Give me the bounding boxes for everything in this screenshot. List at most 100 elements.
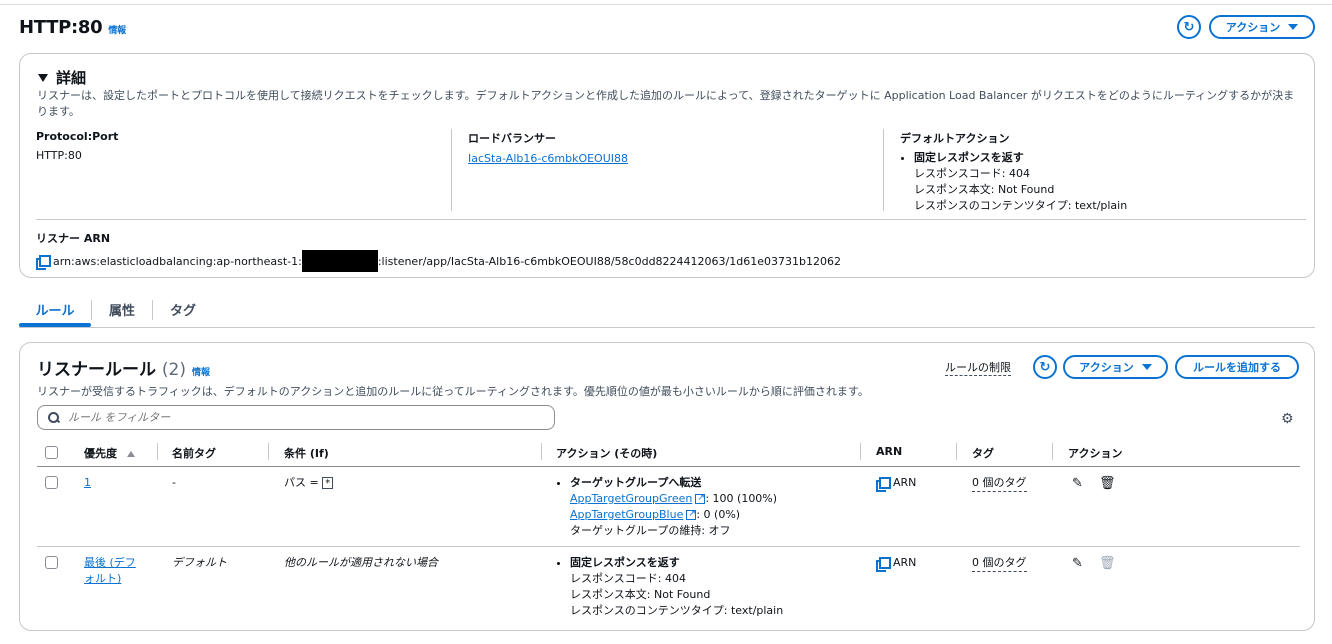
info-link[interactable]: 情報	[108, 26, 126, 36]
arn-prefix: arn:aws:elasticloadbalancing:ap-northeas…	[53, 254, 302, 268]
column-arn[interactable]: ARN	[876, 445, 902, 458]
column-divider	[157, 443, 158, 460]
edit-icon[interactable]: ✎	[1072, 556, 1083, 571]
details-description: リスナーは、設定したポートとプロトコルを使用して接続リクエストをチェックします。…	[37, 89, 1295, 118]
rules-refresh-button[interactable]: ↻	[1033, 355, 1057, 379]
default-action-title: 固定レスポンスを返す	[914, 151, 1024, 164]
arn-suffix: :listener/app/IacSta-Alb16-c6mbkOEOUI88/…	[377, 254, 841, 268]
refresh-icon: ↻	[1183, 19, 1195, 35]
copy-icon	[876, 556, 891, 572]
details-divider	[36, 219, 1306, 220]
tags-popover[interactable]: 0 個のタグ	[972, 555, 1027, 572]
protocol-value: HTTP:80	[36, 149, 82, 162]
external-link-icon	[695, 490, 706, 506]
target-group-blue: AppTargetGroupBlue : 0 (0%)	[570, 506, 777, 523]
active-tab-indicator	[19, 323, 91, 327]
details-heading: 詳細	[56, 69, 87, 87]
rules-description: リスナーが受信するトラフィックは、デフォルトのアクションと追加のルールに従ってル…	[37, 385, 869, 398]
name-tag-value: -	[172, 476, 176, 489]
arn-label: リスナー ARN	[36, 232, 111, 245]
tab-rules[interactable]: ルール	[19, 296, 91, 326]
priority-link[interactable]: 最後 (デフォルト)	[84, 555, 144, 587]
refresh-icon: ↻	[1039, 359, 1051, 375]
delete-icon: 🗑	[1099, 556, 1116, 571]
search-icon	[48, 412, 59, 423]
column-priority-label: 優先度	[84, 447, 117, 460]
arn-label: ARN	[893, 476, 917, 489]
rule-limits-link[interactable]: ルールの制限	[945, 359, 1011, 376]
listener-rules-panel: リスナールール (2) 情報 リスナーが受信するトラフィックは、デフォルトのアクシ…	[19, 342, 1315, 631]
action-title: 固定レスポンスを返す	[570, 556, 680, 569]
response-code: レスポンスコード: 404	[570, 572, 686, 585]
column-name-tag[interactable]: 名前タグ	[172, 445, 216, 461]
stickiness-text: ターゲットグループの維持: オフ	[570, 524, 731, 537]
response-content-type: レスポンスのコンテンツタイプ: text/plain	[570, 604, 784, 617]
refresh-button[interactable]: ↻	[1177, 15, 1201, 39]
priority-link[interactable]: 1	[84, 475, 91, 491]
forward-action-list: ターゲットグループへ転送 AppTargetGroupGreen: 100 (1…	[556, 475, 777, 539]
rules-action-button[interactable]: アクション	[1063, 355, 1168, 379]
fixed-response-list: 固定レスポンスを返す レスポンスコード: 404 レスポンス本文: Not Fo…	[556, 555, 783, 619]
page-title: HTTP:80 情報	[19, 17, 126, 38]
column-condition[interactable]: 条件 (If)	[284, 445, 329, 461]
condition-text: パス =	[284, 476, 323, 489]
details-toggle[interactable]: 詳細	[38, 67, 86, 88]
column-divider	[883, 129, 884, 211]
column-divider	[541, 443, 542, 460]
response-body: レスポンス本文: Not Found	[570, 588, 711, 601]
listener-title: HTTP:80	[19, 17, 103, 38]
tab-attributes[interactable]: 属性	[92, 296, 152, 326]
select-all-checkbox[interactable]	[45, 446, 58, 459]
settings-gear-icon[interactable]: ⚙	[1281, 411, 1294, 427]
row-checkbox[interactable]	[45, 476, 58, 489]
tags-popover[interactable]: 0 個のタグ	[972, 475, 1027, 492]
column-divider	[268, 443, 269, 460]
row-divider	[37, 546, 1300, 547]
arn-label: ARN	[893, 556, 917, 569]
tab-tags[interactable]: タグ	[153, 296, 213, 326]
filter-input[interactable]	[66, 410, 506, 425]
lb-link[interactable]: IacSta-Alb16-c6mbkOEOUI88	[468, 152, 628, 165]
column-divider	[860, 443, 861, 460]
arn-value-row: arn:aws:elasticloadbalancing:ap-northeas…	[36, 250, 841, 272]
arn-section: リスナー ARN arn:aws:elasticloadbalancing:ap…	[36, 230, 841, 272]
details-panel: 詳細 リスナーは、設定したポートとプロトコルを使用して接続リクエストをチェックし…	[19, 53, 1315, 278]
tab-bar: ルール 属性 タグ	[19, 296, 213, 326]
rule-filter[interactable]	[37, 405, 555, 430]
default-action-body: レスポンス本文: Not Found	[914, 183, 1055, 196]
default-action-content-type: レスポンスのコンテンツタイプ: text/plain	[914, 199, 1128, 212]
action-cell: 固定レスポンスを返す レスポンスコード: 404 レスポンス本文: Not Fo…	[556, 555, 783, 619]
column-divider	[956, 443, 957, 460]
caret-down-icon	[1141, 364, 1152, 370]
column-tags[interactable]: タグ	[972, 445, 994, 461]
edit-icon[interactable]: ✎	[1072, 476, 1083, 491]
default-action-code: レスポンスコード: 404	[914, 167, 1030, 180]
condition-value: *	[322, 477, 334, 489]
table-header-divider	[37, 466, 1300, 467]
collapse-icon	[38, 73, 48, 82]
copy-icon[interactable]	[36, 254, 51, 270]
header-action-button[interactable]: アクション	[1209, 15, 1315, 39]
rules-info-link[interactable]: 情報	[192, 368, 210, 378]
copy-icon	[876, 476, 891, 492]
sort-asc-icon	[127, 451, 135, 457]
condition-cell: パス = *	[284, 475, 334, 491]
lb-column: ロードバランサー IacSta-Alb16-c6mbkOEOUI88	[468, 130, 628, 165]
protocol-label: Protocol:Port	[36, 130, 119, 143]
row-checkbox[interactable]	[45, 556, 58, 569]
column-priority[interactable]: 優先度	[84, 445, 135, 461]
target-group-link[interactable]: AppTargetGroupGreen	[570, 492, 692, 505]
target-group-weight: : 0 (0%)	[696, 508, 741, 521]
default-action-column: デフォルトアクション 固定レスポンスを返す レスポンスコード: 404 レスポン…	[900, 130, 1127, 214]
arn-copy[interactable]: ARN	[876, 555, 917, 572]
column-actions[interactable]: アクション	[1068, 445, 1122, 461]
action-cell: ターゲットグループへ転送 AppTargetGroupGreen: 100 (1…	[556, 475, 777, 539]
delete-icon[interactable]: 🗑	[1099, 476, 1116, 491]
header-action-label: アクション	[1225, 21, 1281, 34]
column-action-then[interactable]: アクション (その時)	[556, 445, 657, 461]
arn-copy[interactable]: ARN	[876, 475, 917, 492]
add-rule-button[interactable]: ルールを追加する	[1175, 355, 1299, 379]
target-group-link[interactable]: AppTargetGroupBlue	[570, 508, 683, 521]
target-group-weight: : 100 (100%)	[705, 492, 778, 505]
lb-label: ロードバランサー	[468, 132, 556, 145]
